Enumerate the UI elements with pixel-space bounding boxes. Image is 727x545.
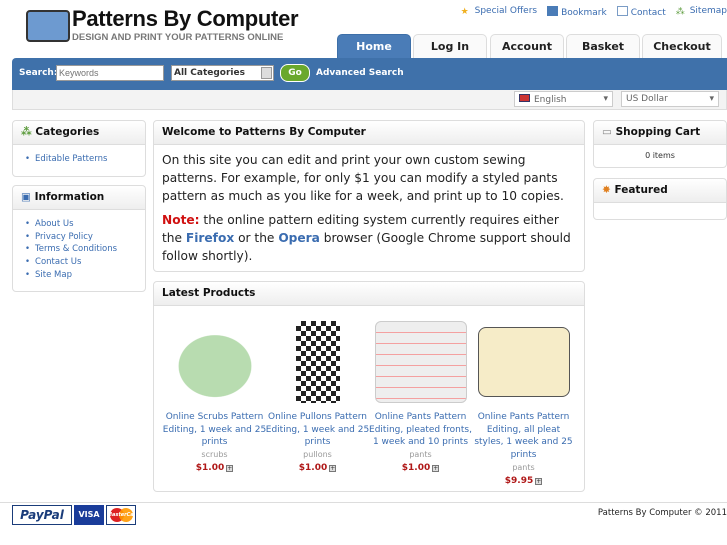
product-link[interactable]: Online Scrubs Pattern Editing, 1 week an… [163, 412, 266, 447]
add-to-cart-icon[interactable]: + [329, 464, 337, 472]
info-link-terms[interactable]: Terms & Conditions [25, 243, 133, 256]
welcome-heading: Welcome to Patterns By Computer [154, 121, 584, 145]
product-category: pullons [303, 450, 332, 460]
categories-heading: ⁂ Categories [13, 121, 145, 145]
visa-logo: VISA [74, 505, 104, 525]
add-to-cart-icon[interactable]: + [432, 464, 440, 472]
mastercard-logo: MasterCard [106, 505, 136, 525]
category-item[interactable]: Editable Patterns [25, 153, 133, 166]
featured-heading: ✸ Featured [594, 179, 726, 203]
latest-products-heading: Latest Products [154, 282, 584, 306]
info-link-about[interactable]: About Us [25, 218, 133, 231]
bookmark-link[interactable]: Bookmark [547, 6, 607, 18]
product-card: Online Pants Pattern Editing, all pleat … [471, 321, 576, 487]
mastercard-label: MasterCard [107, 512, 136, 518]
cart-count: 0 items [645, 151, 675, 160]
tab-home[interactable]: Home [337, 34, 411, 58]
site-tagline: DESIGN AND PRINT YOUR PATTERNS ONLINE [72, 32, 284, 43]
product-category: pants [512, 462, 535, 472]
tab-log-in[interactable]: Log In [413, 34, 487, 58]
latest-products-box: Latest Products Online Scrubs Pattern Ed… [153, 281, 585, 492]
firefox-link[interactable]: Firefox [186, 231, 234, 245]
browser-note: Note: the online pattern editing system … [162, 213, 571, 263]
pants-pattern-image[interactable] [374, 321, 467, 403]
categories-box: ⁂ Categories Editable Patterns [12, 120, 146, 177]
info-link-privacy[interactable]: Privacy Policy [25, 231, 133, 244]
language-bar [12, 90, 727, 110]
advanced-search-link[interactable]: Advanced Search [316, 68, 404, 78]
sitemap-icon: ⁂ [675, 7, 685, 17]
product-price: $9.95 [504, 475, 534, 486]
featured-icon: ✸ [602, 184, 615, 196]
chevron-down-icon: ▾ [603, 94, 608, 104]
sitemap-link[interactable]: ⁂ Sitemap [676, 6, 727, 18]
envelope-icon [616, 6, 628, 16]
product-price: $1.00 [401, 462, 431, 473]
scrubs-image[interactable] [168, 321, 261, 403]
special-offers-link[interactable]: ★ Special Offers [461, 6, 538, 18]
language-select[interactable]: English ▾ [514, 91, 613, 107]
chevron-down-icon: ▾ [709, 94, 714, 104]
product-category: scrubs [201, 450, 228, 460]
add-to-cart-icon[interactable]: + [535, 477, 543, 485]
category-select[interactable]: All Categories [171, 65, 274, 81]
cart-icon: ▭ [602, 126, 616, 138]
information-box: ▣ Information About Us Privacy Policy Te… [12, 185, 146, 292]
tab-basket[interactable]: Basket [566, 34, 640, 58]
product-link[interactable]: Online Pants Pattern Editing, pleated fr… [369, 412, 472, 447]
info-link-contact[interactable]: Contact Us [25, 256, 133, 269]
welcome-text: On this site you can edit and print your… [162, 153, 564, 203]
categories-icon: ⁂ [21, 126, 36, 138]
pullons-image[interactable] [295, 321, 340, 403]
go-button[interactable]: Go [280, 64, 310, 82]
product-card: Online Scrubs Pattern Editing, 1 week an… [162, 321, 267, 475]
product-category: pants [409, 450, 432, 460]
paypal-logo: PayPal [12, 505, 72, 525]
shopping-cart-box: ▭ Shopping Cart 0 items [593, 120, 727, 168]
product-price: $1.00 [195, 462, 225, 473]
product-card: Online Pullons Pattern Editing, 1 week a… [265, 321, 370, 475]
sewing-machine-logo-icon[interactable] [26, 10, 70, 42]
uk-flag-icon [519, 94, 530, 102]
contact-link[interactable]: Contact [616, 6, 666, 18]
featured-box: ✸ Featured [593, 178, 727, 220]
tab-account[interactable]: Account [490, 34, 564, 58]
search-label: Search: [19, 68, 58, 78]
opera-link[interactable]: Opera [278, 231, 320, 245]
welcome-box: Welcome to Patterns By Computer On this … [153, 120, 585, 272]
product-card: Online Pants Pattern Editing, pleated fr… [368, 321, 473, 475]
product-link[interactable]: Online Pants Pattern Editing, all pleat … [474, 412, 572, 460]
search-input[interactable] [56, 65, 164, 81]
book-icon: ▣ [21, 191, 35, 203]
product-link[interactable]: Online Pullons Pattern Editing, 1 week a… [266, 412, 369, 447]
site-title[interactable]: Patterns By Computer [72, 6, 299, 32]
pants-editor-image[interactable] [477, 327, 570, 397]
information-heading: ▣ Information [13, 186, 145, 210]
dropdown-arrow-icon [261, 67, 272, 79]
tab-checkout[interactable]: Checkout [642, 34, 722, 58]
info-link-sitemap[interactable]: Site Map [25, 269, 133, 282]
bookmark-icon [547, 6, 559, 16]
star-icon: ★ [460, 7, 469, 17]
add-to-cart-icon[interactable]: + [226, 464, 234, 472]
currency-select[interactable]: US Dollar ▾ [621, 91, 719, 107]
copyright: Patterns By Computer © 2011 [597, 508, 727, 518]
product-price: $1.00 [298, 462, 328, 473]
top-links: ★ Special Offers Bookmark Contact ⁂ Sitema… [461, 6, 727, 18]
payment-logos: PayPal VISA MasterCard [12, 505, 136, 525]
shopping-cart-heading[interactable]: ▭ Shopping Cart [594, 121, 726, 145]
